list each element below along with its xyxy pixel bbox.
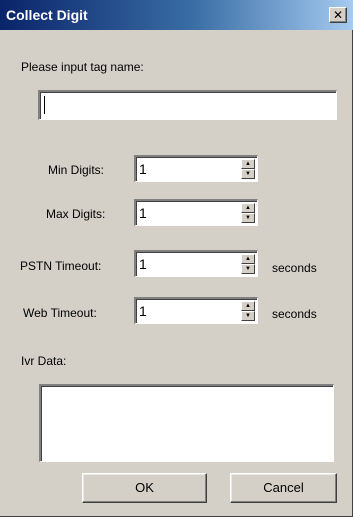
min-digits-value[interactable]: 1 xyxy=(139,161,147,177)
ivr-data-label: Ivr Data: xyxy=(21,354,67,368)
pstn-timeout-spin-buttons: ▲ ▼ xyxy=(241,254,255,274)
spin-down-icon[interactable]: ▼ xyxy=(241,311,255,321)
spin-up-icon[interactable]: ▲ xyxy=(241,301,255,311)
title-bar: Collect Digit ✕ xyxy=(0,0,353,30)
tag-name-prompt: Please input tag name: xyxy=(21,60,144,74)
web-timeout-spinner[interactable]: 1 ▲ ▼ xyxy=(134,297,258,324)
spin-up-icon[interactable]: ▲ xyxy=(241,203,255,213)
ok-button[interactable]: OK xyxy=(82,473,207,503)
spin-up-icon[interactable]: ▲ xyxy=(241,254,255,264)
close-icon: ✕ xyxy=(332,8,344,22)
min-digits-spin-buttons: ▲ ▼ xyxy=(241,159,255,179)
ivr-data-field[interactable] xyxy=(39,384,334,462)
max-digits-spinner[interactable]: 1 ▲ ▼ xyxy=(134,199,258,226)
min-digits-spinner[interactable]: 1 ▲ ▼ xyxy=(134,155,258,182)
tag-name-field[interactable] xyxy=(38,90,337,120)
pstn-timeout-spinner[interactable]: 1 ▲ ▼ xyxy=(134,250,258,277)
web-timeout-unit: seconds xyxy=(272,307,317,321)
web-timeout-value[interactable]: 1 xyxy=(139,303,147,319)
web-timeout-spin-buttons: ▲ ▼ xyxy=(241,301,255,321)
pstn-timeout-unit: seconds xyxy=(272,261,317,275)
web-timeout-label: Web Timeout: xyxy=(23,306,97,320)
cancel-button[interactable]: Cancel xyxy=(230,473,337,503)
max-digits-spin-buttons: ▲ ▼ xyxy=(241,203,255,223)
max-digits-value[interactable]: 1 xyxy=(139,205,147,221)
spin-down-icon[interactable]: ▼ xyxy=(241,264,255,274)
pstn-timeout-label: PSTN Timeout: xyxy=(20,259,102,273)
max-digits-label: Max Digits: xyxy=(46,207,106,221)
pstn-timeout-value[interactable]: 1 xyxy=(139,256,147,272)
collect-digit-dialog: Collect Digit ✕ Please input tag name: M… xyxy=(0,0,353,517)
min-digits-label: Min Digits: xyxy=(48,163,105,177)
window-title: Collect Digit xyxy=(6,7,88,23)
tag-name-input[interactable] xyxy=(42,93,322,113)
spin-down-icon[interactable]: ▼ xyxy=(241,213,255,223)
spin-down-icon[interactable]: ▼ xyxy=(241,169,255,179)
close-button[interactable]: ✕ xyxy=(329,7,347,23)
spin-up-icon[interactable]: ▲ xyxy=(241,159,255,169)
